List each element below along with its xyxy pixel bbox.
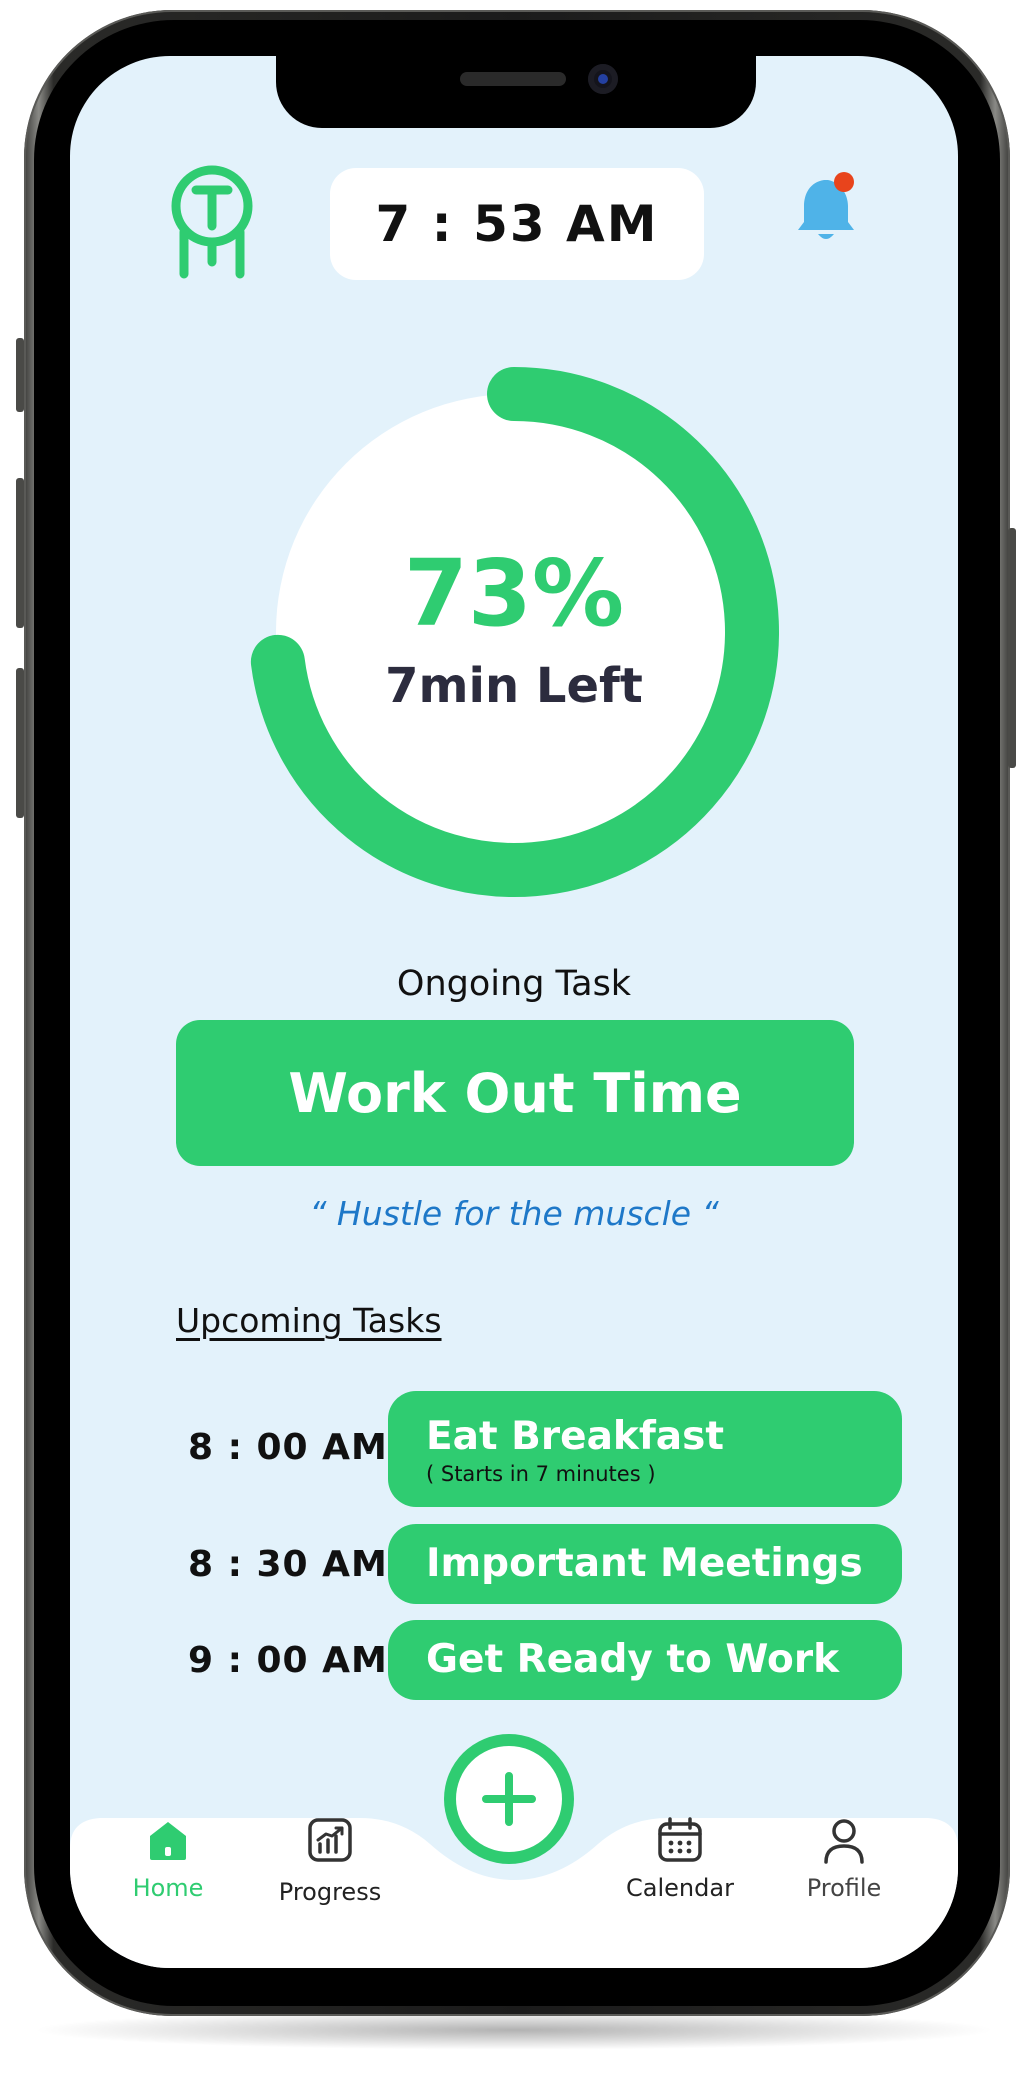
motivational-quote: “ Hustle for the muscle “ <box>309 1194 719 1233</box>
app-screen: 7 : 53 AM 73% 7min Left Ongoing Task Wor… <box>70 56 958 1968</box>
mute-switch <box>16 338 24 412</box>
nav-label: Profile <box>806 1874 882 1902</box>
time-remaining: 7min Left <box>385 658 643 714</box>
task-time: 8 : 00 AM <box>188 1427 388 1468</box>
nav-calendar[interactable]: Calendar <box>600 1816 760 1902</box>
volume-down-button <box>16 668 24 818</box>
add-button-inner <box>456 1746 562 1852</box>
speaker-grille <box>460 72 566 86</box>
calendar-icon <box>658 1817 702 1862</box>
notification-bell-icon[interactable] <box>794 168 864 248</box>
app-logo-icon <box>171 165 253 279</box>
nav-label: Home <box>132 1874 204 1902</box>
ongoing-task-button[interactable]: Work Out Time <box>176 1020 854 1166</box>
home-icon <box>150 1822 186 1860</box>
volume-up-button <box>16 478 24 628</box>
task-subtitle: ( Starts in 7 minutes ) <box>426 1462 656 1486</box>
upcoming-task-row: 9 : 00 AM Get Ready to Work <box>70 1620 958 1700</box>
ongoing-task-label: Ongoing Task <box>396 964 632 1004</box>
upcoming-task-row: 8 : 00 AM Eat Breakfast ( Starts in 7 mi… <box>70 1391 958 1507</box>
power-button <box>1008 528 1016 768</box>
notch <box>276 56 756 128</box>
nav-home[interactable]: Home <box>88 1816 248 1902</box>
front-camera <box>588 64 618 94</box>
task-time: 9 : 00 AM <box>188 1640 388 1681</box>
profile-icon <box>824 1819 864 1864</box>
upcoming-task-row: 8 : 30 AM Important Meetings <box>70 1524 958 1604</box>
task-title: Important Meetings <box>426 1541 863 1586</box>
nav-label: Calendar <box>626 1874 734 1902</box>
plus-icon <box>482 1772 536 1826</box>
task-card-important-meetings[interactable]: Important Meetings <box>388 1524 902 1604</box>
progress-percent: 73% <box>403 540 625 647</box>
notification-badge <box>834 172 854 192</box>
task-card-eat-breakfast[interactable]: Eat Breakfast ( Starts in 7 minutes ) <box>388 1391 902 1507</box>
nav-label: Progress <box>278 1878 382 1906</box>
task-title: Eat Breakfast <box>426 1414 724 1459</box>
add-task-button[interactable] <box>444 1734 574 1864</box>
progress-ring: 73% 7min Left <box>248 366 780 898</box>
task-time: 8 : 30 AM <box>188 1544 388 1585</box>
task-title: Get Ready to Work <box>426 1637 840 1682</box>
upcoming-tasks-heading: Upcoming Tasks <box>176 1301 442 1340</box>
nav-profile[interactable]: Profile <box>764 1816 924 1902</box>
task-card-get-ready-to-work[interactable]: Get Ready to Work <box>388 1620 902 1700</box>
current-time: 7 : 53 AM <box>330 168 704 280</box>
nav-progress[interactable]: Progress <box>250 1816 410 1906</box>
chart-icon <box>308 1818 352 1862</box>
device-shadow <box>30 2010 998 2050</box>
